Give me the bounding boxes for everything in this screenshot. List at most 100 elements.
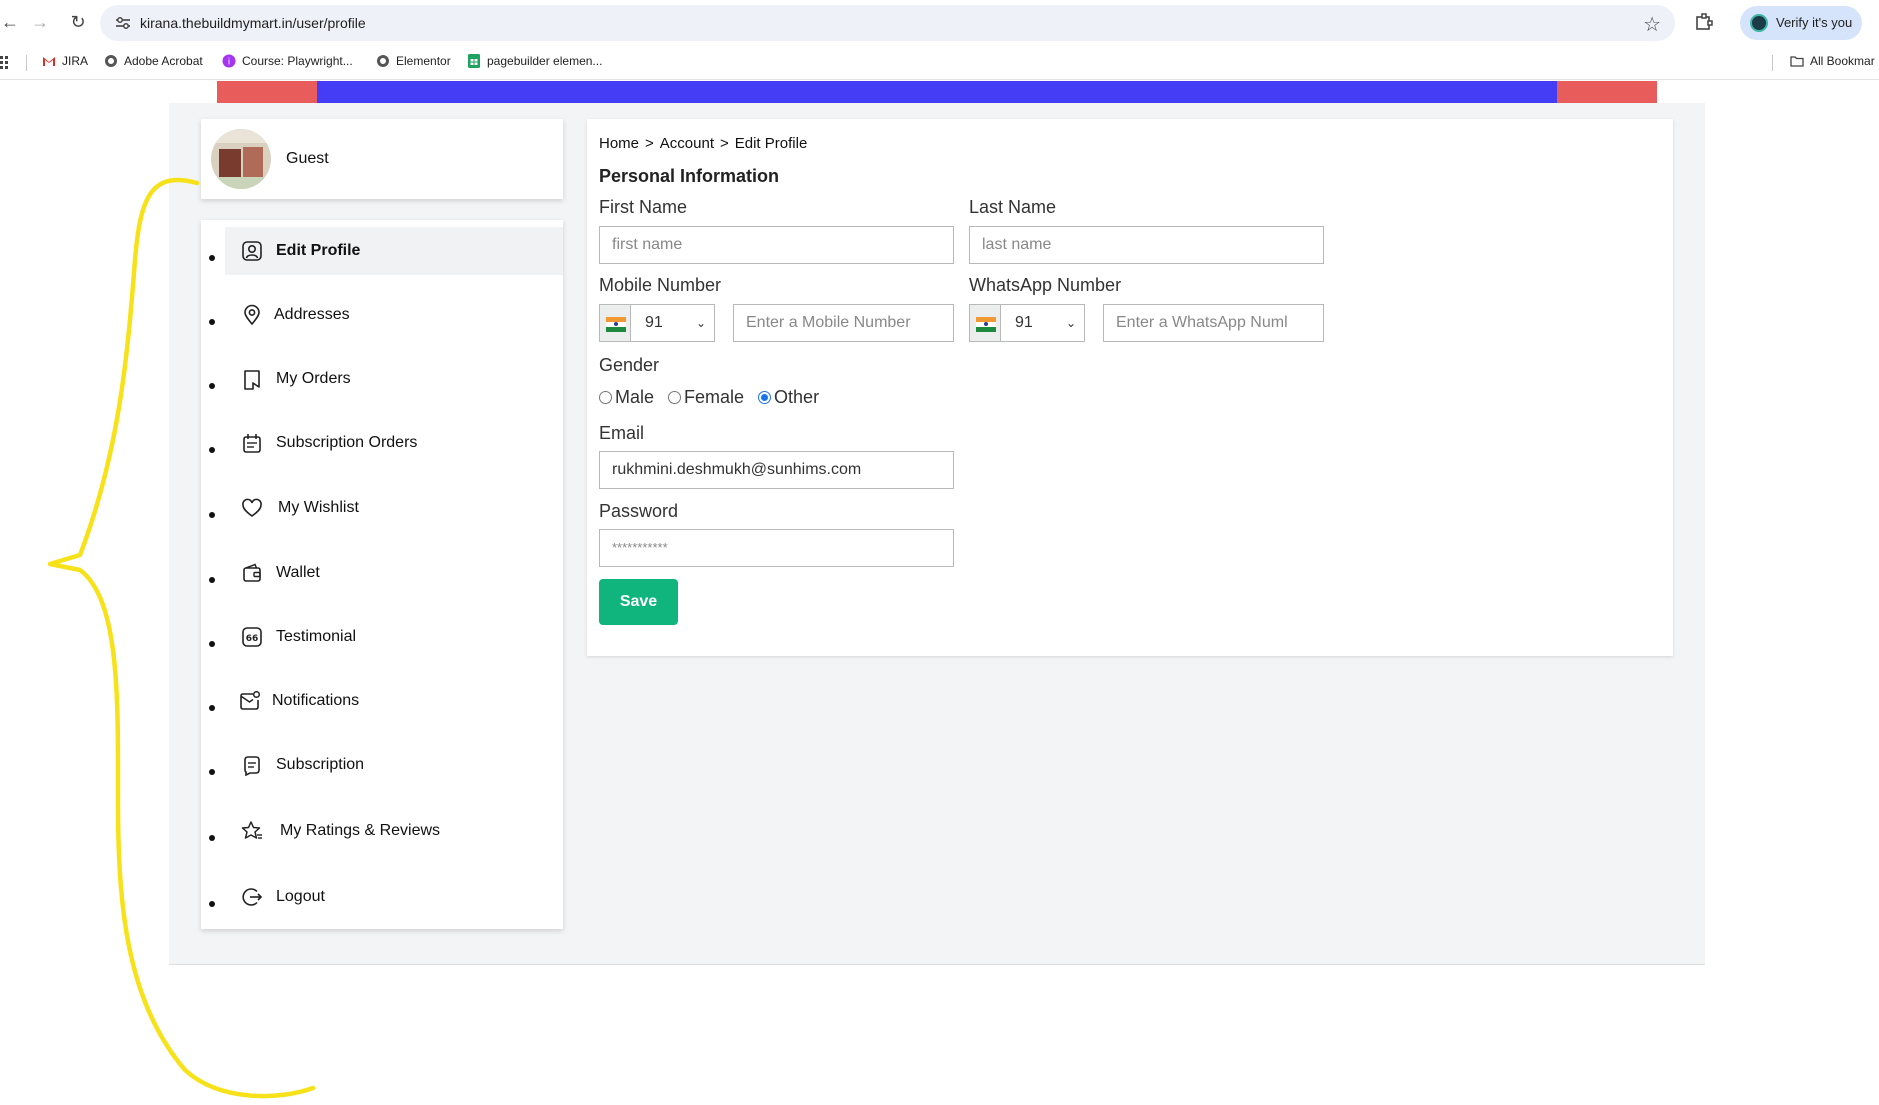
site-settings-icon[interactable] (114, 14, 132, 32)
sidebar-item-my-wishlist[interactable]: My Wishlist (209, 484, 563, 532)
gender-option-female[interactable]: Female (668, 387, 744, 408)
sidebar-item-label: Subscription Orders (276, 434, 418, 451)
all-bookmarks-label: All Bookmar (1810, 54, 1875, 68)
sidebar-item-subscription-orders[interactable]: Subscription Orders (209, 419, 563, 467)
india-flag-icon (599, 304, 631, 342)
mail-notification-icon (240, 690, 261, 710)
gender-option-male[interactable]: Male (599, 387, 654, 408)
gender-label: Gender (599, 355, 660, 375)
sidebar-item-label: Wallet (276, 564, 320, 581)
list-bullet (209, 577, 215, 583)
bookmarks-bar: JIRA Adobe Acrobat i Course: Playwright.… (0, 46, 1879, 80)
breadcrumb-account[interactable]: Account (660, 135, 714, 152)
save-button[interactable]: Save (599, 579, 678, 625)
url-text[interactable]: kirana.thebuildmymart.in/user/profile (140, 15, 366, 31)
edit-profile-form: Home > Account > Edit Profile Personal I… (587, 119, 1673, 656)
calendar-icon (243, 434, 261, 453)
user-profile-icon (242, 241, 262, 261)
bookmark-label: Course: Playwright... (242, 54, 353, 68)
list-bullet (209, 769, 215, 775)
sidebar-item-logout[interactable]: Logout (209, 873, 563, 921)
list-bullet (209, 835, 215, 841)
bookmark-label: pagebuilder elemen... (487, 54, 603, 68)
wallet-icon (243, 563, 261, 582)
sidebar-item-label: Notifications (272, 692, 360, 709)
sidebar-item-edit-profile[interactable]: Edit Profile (209, 227, 563, 275)
whatsapp-number-field[interactable]: Enter a WhatsApp Numl (1103, 304, 1324, 342)
bookmark-jira[interactable]: JIRA (42, 54, 88, 68)
bookmark-label: Elementor (396, 54, 451, 68)
mobile-number-label: Mobile Number (599, 275, 722, 295)
address-bar[interactable]: kirana.thebuildmymart.in/user/profile ☆ (100, 5, 1675, 41)
bookmark-label: Adobe Acrobat (124, 54, 203, 68)
bookmark-course-playwright[interactable]: i Course: Playwright... (222, 54, 353, 68)
sidebar-item-label: Testimonial (276, 628, 357, 645)
user-profile-card: Guest (201, 119, 563, 199)
radio-button[interactable] (599, 391, 612, 404)
first-name-field[interactable]: first name (599, 226, 954, 264)
sidebar-item-wallet[interactable]: Wallet (209, 549, 563, 597)
sidebar-item-label: Addresses (274, 306, 350, 323)
list-bullet (209, 447, 215, 453)
header-strip-red-right (1557, 81, 1657, 103)
sidebar-item-testimonial[interactable]: 66 Testimonial (209, 613, 563, 661)
bookmark-label: JIRA (62, 54, 89, 68)
list-bullet (209, 641, 215, 647)
list-bullet (209, 383, 215, 389)
sidebar-item-label: Edit Profile (276, 242, 361, 259)
sidebar-item-subscription[interactable]: Subscription (209, 741, 563, 789)
password-label: Password (599, 501, 679, 521)
header-strip-red-left (217, 81, 317, 103)
whatsapp-country-code-select[interactable]: 91 ⌄ (1000, 304, 1085, 342)
mobile-country-code-select[interactable]: 91 ⌄ (630, 304, 715, 342)
location-pin-icon (244, 304, 260, 326)
star-rating-icon (241, 821, 262, 839)
mobile-number-field[interactable]: Enter a Mobile Number (733, 304, 954, 342)
email-label: Email (599, 423, 645, 443)
profile-verify-button[interactable]: Verify it's you (1740, 6, 1862, 40)
gender-option-label: Female (684, 387, 745, 407)
breadcrumb-separator: > (719, 135, 729, 152)
extensions-icon[interactable] (1694, 12, 1714, 32)
gender-radio-group: Male Female Other (599, 387, 833, 408)
radio-button[interactable] (668, 391, 682, 404)
all-bookmarks-folder[interactable]: All Bookmar (1790, 54, 1875, 68)
bookmark-elementor[interactable]: Elementor (376, 54, 451, 68)
email-field[interactable]: rukhmini.deshmukh@sunhims.com (599, 451, 954, 489)
reload-icon[interactable]: ↻ (68, 12, 88, 32)
sidebar-item-notifications[interactable]: Notifications (209, 677, 563, 725)
gender-option-other[interactable]: Other (758, 387, 819, 408)
bookmarks-separator (1772, 55, 1773, 71)
sidebar-item-addresses[interactable]: Addresses (209, 291, 563, 339)
country-code-value: 91 (1015, 314, 1033, 331)
india-flag-icon (969, 304, 1001, 342)
svg-text:66: 66 (246, 634, 259, 644)
back-arrow-icon[interactable]: ← (0, 12, 20, 32)
radio-button-selected[interactable] (758, 391, 772, 404)
bookmark-star-icon[interactable]: ☆ (1643, 12, 1661, 37)
globe-icon (105, 55, 117, 67)
list-bullet (209, 319, 215, 325)
heart-icon (242, 498, 262, 517)
bookmark-adobe-acrobat[interactable]: Adobe Acrobat (104, 54, 203, 68)
browser-toolbar: ← → ↻ kirana.thebuildmymart.in/user/prof… (0, 0, 1879, 46)
list-bullet (209, 512, 215, 518)
password-field[interactable]: *********** (599, 529, 954, 567)
quote-icon: 66 (242, 627, 262, 647)
breadcrumb-home[interactable]: Home (599, 135, 639, 152)
last-name-field[interactable]: last name (969, 226, 1324, 264)
account-sidebar-menu: Edit Profile Addresses My Orders Subscri… (201, 220, 563, 929)
sidebar-item-ratings-reviews[interactable]: My Ratings & Reviews (209, 807, 563, 855)
avatar[interactable] (211, 129, 271, 189)
bookmarks-separator (26, 55, 27, 71)
sidebar-item-my-orders[interactable]: My Orders (209, 355, 563, 403)
sidebar-item-label: Logout (276, 888, 325, 905)
subscription-icon (244, 756, 260, 776)
apps-grid-icon[interactable] (0, 56, 14, 70)
chevron-down-icon: ⌄ (695, 316, 706, 330)
course-icon: i (222, 54, 236, 68)
bookmark-pagebuilder[interactable]: pagebuilder elemen... (467, 54, 602, 68)
forward-arrow-icon[interactable]: → (30, 12, 50, 32)
header-strip-blue (317, 81, 1557, 103)
folder-icon (1790, 56, 1804, 67)
